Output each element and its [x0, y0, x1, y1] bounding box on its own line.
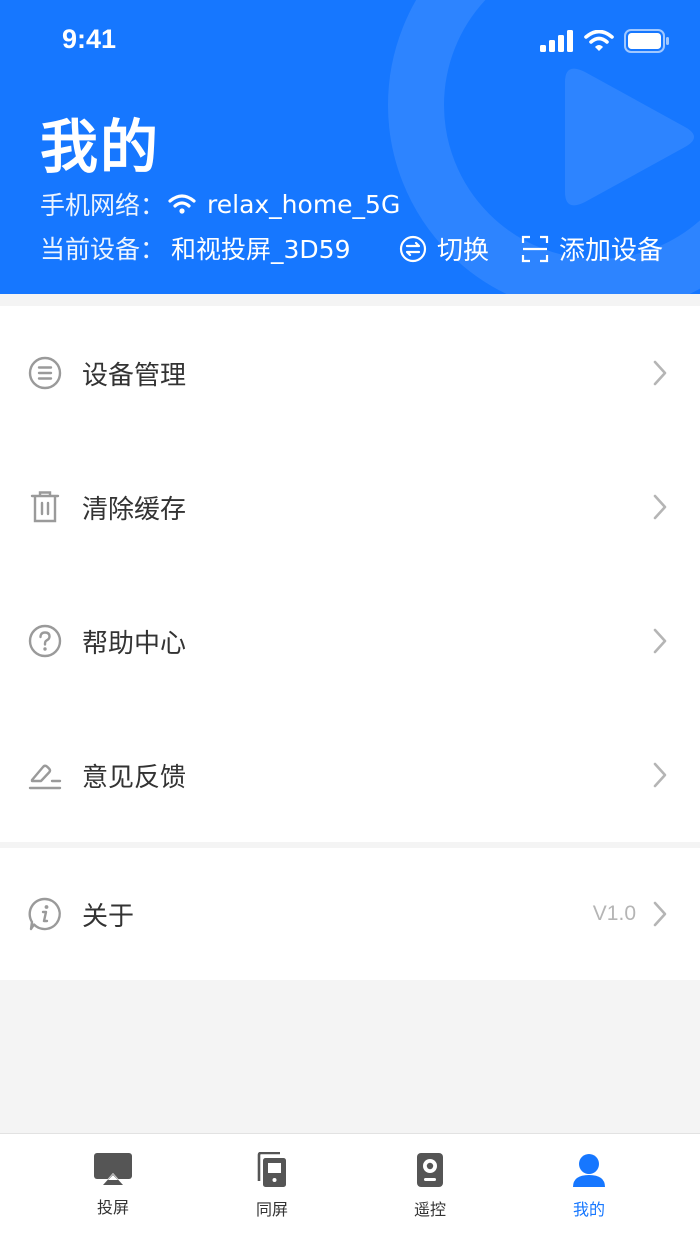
chevron-right-icon	[653, 628, 667, 654]
scan-icon	[521, 235, 549, 262]
cast-icon	[94, 1153, 132, 1185]
menu-item-help-center[interactable]: 帮助中心	[0, 574, 700, 708]
status-time: 9:41	[62, 24, 117, 54]
trash-icon	[28, 490, 62, 524]
settings-menu: 设备管理 清除缓存 帮助中心 意见反馈	[0, 306, 700, 842]
menu-item-about[interactable]: 关于 V1.0	[0, 848, 700, 980]
menu-item-device-management[interactable]: 设备管理	[0, 306, 700, 440]
about-section: 关于 V1.0	[0, 848, 700, 980]
profile-header: 9:41 我的 手机网络： relax_home_5G 当前设备： 和视投屏_3…	[0, 0, 700, 294]
menu-item-label: 帮助中心	[82, 628, 187, 659]
bottom-tab-bar: 投屏 同屏 遥控 我的	[0, 1133, 700, 1244]
chevron-right-icon	[653, 494, 667, 520]
add-device-label: 添加设备	[559, 236, 664, 266]
header-play-decoration-icon	[565, 68, 694, 206]
menu-item-label: 关于	[82, 901, 135, 932]
network-label: 手机网络：	[40, 191, 166, 220]
tab-remote[interactable]: 遥控	[380, 1152, 480, 1220]
menu-item-label: 清除缓存	[82, 494, 187, 525]
help-circle-icon	[28, 624, 62, 658]
tab-mirror[interactable]: 同屏	[222, 1152, 322, 1220]
battery-icon	[624, 29, 669, 53]
info-icon	[28, 897, 62, 931]
device-row: 当前设备： 和视投屏_3D59	[40, 230, 350, 266]
page-title: 我的	[40, 113, 161, 181]
wifi-icon	[584, 30, 614, 51]
signal-icon	[540, 30, 573, 52]
remote-icon	[417, 1153, 443, 1187]
switch-icon	[399, 235, 427, 262]
chevron-right-icon	[653, 901, 667, 927]
tab-label: 我的	[572, 1200, 605, 1219]
user-icon	[573, 1154, 605, 1187]
menu-item-feedback[interactable]: 意见反馈	[0, 708, 700, 842]
wifi-icon	[168, 194, 196, 214]
edit-feedback-icon	[28, 758, 62, 792]
switch-label: 切换	[437, 236, 490, 266]
app-version: V1.0	[592, 902, 636, 925]
status-icons	[540, 28, 670, 54]
menu-item-clear-cache[interactable]: 清除缓存	[0, 440, 700, 574]
tab-label: 遥控	[413, 1200, 446, 1219]
device-label: 当前设备：	[40, 235, 166, 264]
chevron-right-icon	[653, 360, 667, 386]
network-row: 手机网络： relax_home_5G	[40, 186, 400, 222]
chevron-right-icon	[653, 762, 667, 788]
add-device-button[interactable]: 添加设备	[521, 230, 663, 267]
tab-label: 同屏	[255, 1200, 288, 1219]
tab-cast[interactable]: 投屏	[63, 1152, 163, 1218]
menu-item-label: 设备管理	[82, 360, 187, 391]
menu-item-label: 意见反馈	[82, 762, 187, 793]
device-name: 和视投屏_3D59	[171, 235, 351, 264]
network-name: relax_home_5G	[207, 189, 401, 219]
tab-label: 投屏	[96, 1198, 129, 1217]
tab-mine[interactable]: 我的	[539, 1152, 639, 1220]
mirror-screen-icon	[257, 1152, 286, 1187]
switch-device-button[interactable]: 切换	[399, 230, 489, 267]
list-circle-icon	[28, 356, 62, 390]
